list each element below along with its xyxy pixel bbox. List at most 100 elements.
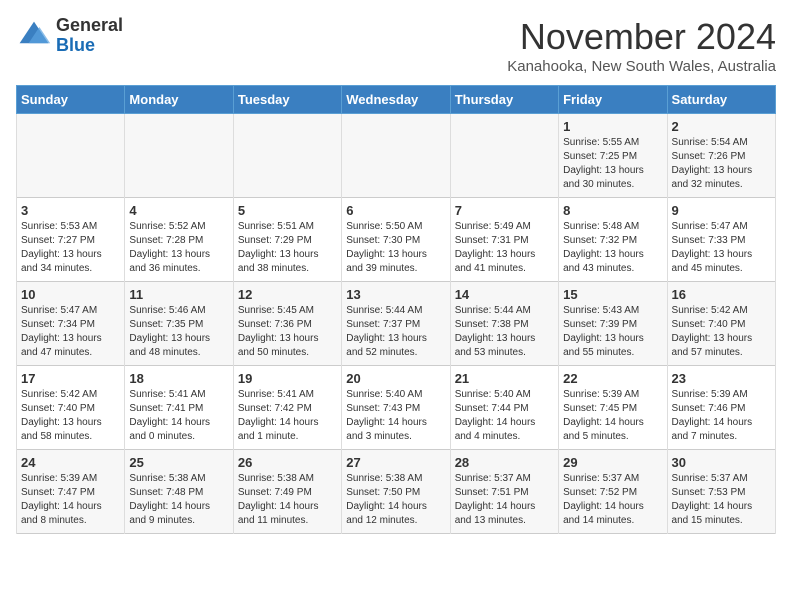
day-number: 4 xyxy=(129,203,228,218)
day-number: 25 xyxy=(129,455,228,470)
weekday-header-sunday: Sunday xyxy=(17,86,125,114)
weekday-header-tuesday: Tuesday xyxy=(233,86,341,114)
day-info: Sunrise: 5:39 AMSunset: 7:46 PMDaylight:… xyxy=(672,388,771,444)
table-row: 19 Sunrise: 5:41 AMSunset: 7:42 PMDayligh… xyxy=(233,366,341,450)
day-info: Sunrise: 5:42 AMSunset: 7:40 PMDaylight:… xyxy=(672,304,771,360)
day-number: 14 xyxy=(455,287,554,302)
week-row-2: 3Sunrise: 5:53 AMSunset: 7:27 PMDaylight… xyxy=(17,198,776,282)
day-number: 21 xyxy=(455,371,554,386)
week-row-4: 17 Sunrise: 5:42 AMSunset: 7:40 PMDayligh… xyxy=(17,366,776,450)
day-number: 20 xyxy=(346,371,445,386)
table-row: 18 Sunrise: 5:41 AMSunset: 7:41 PMDayligh… xyxy=(125,366,233,450)
day-number: 27 xyxy=(346,455,445,470)
day-number: 19 xyxy=(238,371,337,386)
day-info: Sunrise: 5:52 AMSunset: 7:28 PMDaylight:… xyxy=(129,220,228,276)
table-row: 23 Sunrise: 5:39 AMSunset: 7:46 PMDayligh… xyxy=(667,366,775,450)
day-info: Sunrise: 5:51 AMSunset: 7:29 PMDaylight:… xyxy=(238,220,337,276)
table-row: 4 Sunrise: 5:52 AMSunset: 7:28 PMDaylight… xyxy=(125,198,233,282)
table-row: 30Sunrise: 5:37 AMSunset: 7:53 PMDayligh… xyxy=(667,450,775,534)
weekday-header-thursday: Thursday xyxy=(450,86,558,114)
day-number: 10 xyxy=(21,287,120,302)
day-info: Sunrise: 5:42 AMSunset: 7:40 PMDaylight:… xyxy=(21,388,120,444)
day-info: Sunrise: 5:40 AMSunset: 7:44 PMDaylight:… xyxy=(455,388,554,444)
table-row xyxy=(233,114,341,198)
weekday-header-friday: Friday xyxy=(559,86,667,114)
day-info: Sunrise: 5:55 AMSunset: 7:25 PMDaylight:… xyxy=(563,136,662,192)
day-info: Sunrise: 5:54 AMSunset: 7:26 PMDaylight:… xyxy=(672,136,771,192)
day-number: 1 xyxy=(563,119,662,134)
day-info: Sunrise: 5:47 AMSunset: 7:34 PMDaylight:… xyxy=(21,304,120,360)
day-number: 26 xyxy=(238,455,337,470)
table-row: 14 Sunrise: 5:44 AMSunset: 7:38 PMDayligh… xyxy=(450,282,558,366)
day-number: 3 xyxy=(21,203,120,218)
day-number: 23 xyxy=(672,371,771,386)
day-number: 18 xyxy=(129,371,228,386)
table-row: 17 Sunrise: 5:42 AMSunset: 7:40 PMDayligh… xyxy=(17,366,125,450)
weekday-header-saturday: Saturday xyxy=(667,86,775,114)
table-row: 22Sunrise: 5:39 AMSunset: 7:45 PMDayligh… xyxy=(559,366,667,450)
table-row xyxy=(450,114,558,198)
logo: General Blue xyxy=(16,16,123,56)
day-number: 13 xyxy=(346,287,445,302)
day-info: Sunrise: 5:37 AMSunset: 7:53 PMDaylight:… xyxy=(672,472,771,528)
table-row xyxy=(342,114,450,198)
table-row: 15 Sunrise: 5:43 AMSunset: 7:39 PMDayligh… xyxy=(559,282,667,366)
table-row xyxy=(17,114,125,198)
table-row: 3Sunrise: 5:53 AMSunset: 7:27 PMDaylight… xyxy=(17,198,125,282)
day-number: 24 xyxy=(21,455,120,470)
table-row: 12Sunrise: 5:45 AMSunset: 7:36 PMDayligh… xyxy=(233,282,341,366)
table-row: 20 Sunrise: 5:40 AMSunset: 7:43 PMDayligh… xyxy=(342,366,450,450)
day-number: 2 xyxy=(672,119,771,134)
day-number: 15 xyxy=(563,287,662,302)
table-row: 26 Sunrise: 5:38 AMSunset: 7:49 PMDayligh… xyxy=(233,450,341,534)
month-title: November 2024 xyxy=(507,16,776,58)
day-number: 11 xyxy=(129,287,228,302)
day-number: 17 xyxy=(21,371,120,386)
table-row: 2 Sunrise: 5:54 AMSunset: 7:26 PMDaylight… xyxy=(667,114,775,198)
location: Kanahooka, New South Wales, Australia xyxy=(507,58,776,75)
day-info: Sunrise: 5:41 AMSunset: 7:41 PMDaylight:… xyxy=(129,388,228,444)
header-area: General Blue November 2024 Kanahooka, Ne… xyxy=(16,16,776,75)
day-number: 6 xyxy=(346,203,445,218)
logo-icon xyxy=(16,18,52,54)
day-info: Sunrise: 5:40 AMSunset: 7:43 PMDaylight:… xyxy=(346,388,445,444)
table-row: 11 Sunrise: 5:46 AMSunset: 7:35 PMDayligh… xyxy=(125,282,233,366)
table-row: 24 Sunrise: 5:39 AMSunset: 7:47 PMDayligh… xyxy=(17,450,125,534)
table-row: 9Sunrise: 5:47 AMSunset: 7:33 PMDaylight… xyxy=(667,198,775,282)
day-info: Sunrise: 5:45 AMSunset: 7:36 PMDaylight:… xyxy=(238,304,337,360)
day-info: Sunrise: 5:37 AMSunset: 7:51 PMDaylight:… xyxy=(455,472,554,528)
table-row: 21 Sunrise: 5:40 AMSunset: 7:44 PMDayligh… xyxy=(450,366,558,450)
calendar-header: SundayMondayTuesdayWednesdayThursdayFrid… xyxy=(17,86,776,114)
weekday-header-wednesday: Wednesday xyxy=(342,86,450,114)
table-row: 8 Sunrise: 5:48 AMSunset: 7:32 PMDaylight… xyxy=(559,198,667,282)
day-info: Sunrise: 5:38 AMSunset: 7:49 PMDaylight:… xyxy=(238,472,337,528)
day-info: Sunrise: 5:44 AMSunset: 7:37 PMDaylight:… xyxy=(346,304,445,360)
table-row: 10 Sunrise: 5:47 AMSunset: 7:34 PMDayligh… xyxy=(17,282,125,366)
weekday-header-monday: Monday xyxy=(125,86,233,114)
table-row: 7Sunrise: 5:49 AMSunset: 7:31 PMDaylight… xyxy=(450,198,558,282)
table-row: 1 Sunrise: 5:55 AMSunset: 7:25 PMDaylight… xyxy=(559,114,667,198)
day-info: Sunrise: 5:48 AMSunset: 7:32 PMDaylight:… xyxy=(563,220,662,276)
calendar-table: SundayMondayTuesdayWednesdayThursdayFrid… xyxy=(16,85,776,534)
day-number: 9 xyxy=(672,203,771,218)
logo-text: General Blue xyxy=(56,16,123,56)
day-info: Sunrise: 5:46 AMSunset: 7:35 PMDaylight:… xyxy=(129,304,228,360)
table-row: 27Sunrise: 5:38 AMSunset: 7:50 PMDayligh… xyxy=(342,450,450,534)
day-number: 16 xyxy=(672,287,771,302)
day-info: Sunrise: 5:39 AMSunset: 7:45 PMDaylight:… xyxy=(563,388,662,444)
day-info: Sunrise: 5:44 AMSunset: 7:38 PMDaylight:… xyxy=(455,304,554,360)
day-info: Sunrise: 5:41 AMSunset: 7:42 PMDaylight:… xyxy=(238,388,337,444)
table-row: 5 Sunrise: 5:51 AMSunset: 7:29 PMDaylight… xyxy=(233,198,341,282)
day-info: Sunrise: 5:37 AMSunset: 7:52 PMDaylight:… xyxy=(563,472,662,528)
day-info: Sunrise: 5:43 AMSunset: 7:39 PMDaylight:… xyxy=(563,304,662,360)
day-number: 28 xyxy=(455,455,554,470)
table-row: 28 Sunrise: 5:37 AMSunset: 7:51 PMDayligh… xyxy=(450,450,558,534)
week-row-5: 24 Sunrise: 5:39 AMSunset: 7:47 PMDayligh… xyxy=(17,450,776,534)
calendar-body: 1 Sunrise: 5:55 AMSunset: 7:25 PMDaylight… xyxy=(17,114,776,534)
title-area: November 2024 Kanahooka, New South Wales… xyxy=(507,16,776,75)
day-number: 8 xyxy=(563,203,662,218)
day-info: Sunrise: 5:50 AMSunset: 7:30 PMDaylight:… xyxy=(346,220,445,276)
day-number: 5 xyxy=(238,203,337,218)
day-info: Sunrise: 5:39 AMSunset: 7:47 PMDaylight:… xyxy=(21,472,120,528)
day-number: 7 xyxy=(455,203,554,218)
